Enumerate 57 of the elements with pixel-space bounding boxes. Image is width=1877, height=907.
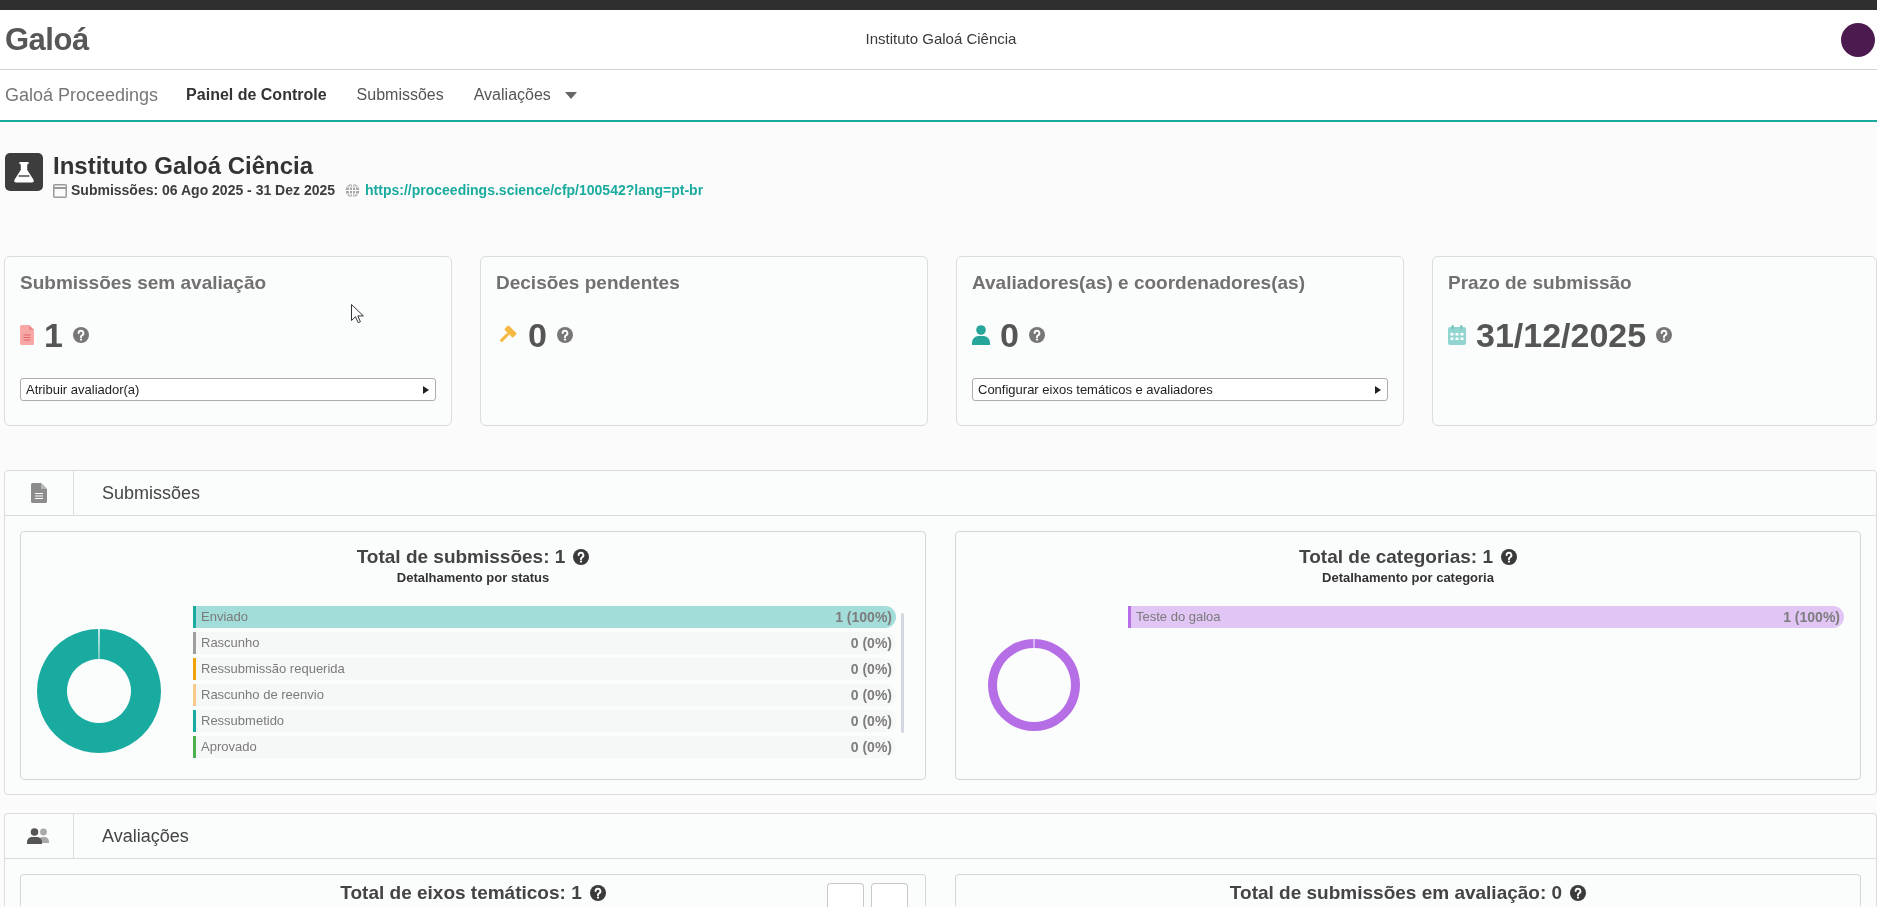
stat-title: Avaliadores(as) e coordenadores(as) bbox=[972, 272, 1306, 294]
panel-subtitle: Detalhamento por status bbox=[395, 569, 551, 587]
cursor-icon bbox=[351, 304, 364, 324]
caret-icon bbox=[1375, 385, 1381, 394]
nav-tab[interactable]: Submissões bbox=[356, 83, 444, 107]
stat-value: 0 bbox=[528, 315, 547, 355]
help-icon[interactable] bbox=[589, 885, 606, 901]
panel-subtitle: Detalhamento por categoria bbox=[1321, 569, 1495, 587]
status-label: Rascunho bbox=[201, 634, 260, 653]
section-title: Submissões bbox=[101, 481, 201, 505]
panel-title: Total de categorias: 1 bbox=[1299, 545, 1493, 569]
action-button[interactable]: Configurar eixos temáticos e avaliadores bbox=[972, 378, 1388, 401]
submission-period: Submissões: 06 Ago 2025 - 31 Dez 2025 bbox=[71, 181, 336, 199]
scrollbar[interactable] bbox=[901, 613, 904, 733]
stat-value: 1 bbox=[44, 315, 63, 355]
users-icon bbox=[27, 828, 51, 844]
caret-icon bbox=[423, 385, 429, 394]
stat-title: Submissões sem avaliação bbox=[20, 272, 268, 294]
section-title: Avaliações bbox=[101, 824, 189, 848]
stat-title: Decisões pendentes bbox=[496, 272, 681, 294]
nav-tab[interactable]: Avaliações bbox=[473, 83, 577, 107]
header-title: Instituto Galoá Ciência bbox=[865, 29, 1017, 50]
status-count: 0 (0%) bbox=[850, 685, 892, 705]
status-count: 1 (100%) bbox=[1783, 607, 1840, 627]
status-count: 0 (0%) bbox=[850, 737, 892, 757]
status-count: 0 (0%) bbox=[850, 711, 892, 731]
status-count: 0 (0%) bbox=[850, 633, 892, 653]
panel-title: Total de submissões: 1 bbox=[356, 545, 566, 569]
logo-text: Galoá bbox=[5, 24, 89, 55]
help-icon[interactable] bbox=[1500, 549, 1517, 565]
help-icon[interactable] bbox=[573, 549, 590, 565]
globe-icon bbox=[345, 182, 361, 198]
status-label: Enviado bbox=[201, 608, 248, 627]
event-title: Instituto Galoá Ciência bbox=[53, 153, 315, 179]
calendar-icon bbox=[53, 182, 67, 198]
calendar-icon bbox=[1448, 325, 1466, 345]
person-icon bbox=[972, 325, 990, 345]
status-label: Rascunho de reenvio bbox=[201, 686, 324, 705]
panel-title: Total de submissões em avaliação: 0 bbox=[1229, 881, 1563, 905]
status-label: Ressubmissão requerida bbox=[201, 660, 345, 679]
stat-value: 0 bbox=[1000, 315, 1019, 355]
avatar-icon[interactable] bbox=[1841, 22, 1875, 57]
help-icon[interactable] bbox=[1570, 885, 1587, 901]
action-button[interactable]: Atribuir avaliador(a) bbox=[20, 378, 436, 401]
flask-icon bbox=[5, 153, 43, 191]
status-count: 0 (0%) bbox=[850, 659, 892, 679]
panel-title: Total de eixos temáticos: 1 bbox=[340, 881, 582, 905]
status-label: Ressubmetido bbox=[201, 712, 285, 731]
status-label: Aprovado bbox=[201, 738, 257, 757]
stat-value: 31/12/2025 bbox=[1476, 315, 1647, 355]
status-count: 1 (100%) bbox=[835, 607, 892, 627]
stat-title: Prazo de submissão bbox=[1448, 272, 1633, 294]
document-icon bbox=[31, 483, 47, 503]
nav-tab[interactable]: Painel de Controle bbox=[186, 83, 327, 107]
status-label: Teste do galoa bbox=[1136, 608, 1221, 627]
brand-link[interactable]: Galoá Proceedings bbox=[5, 81, 159, 109]
document-icon bbox=[20, 325, 34, 345]
